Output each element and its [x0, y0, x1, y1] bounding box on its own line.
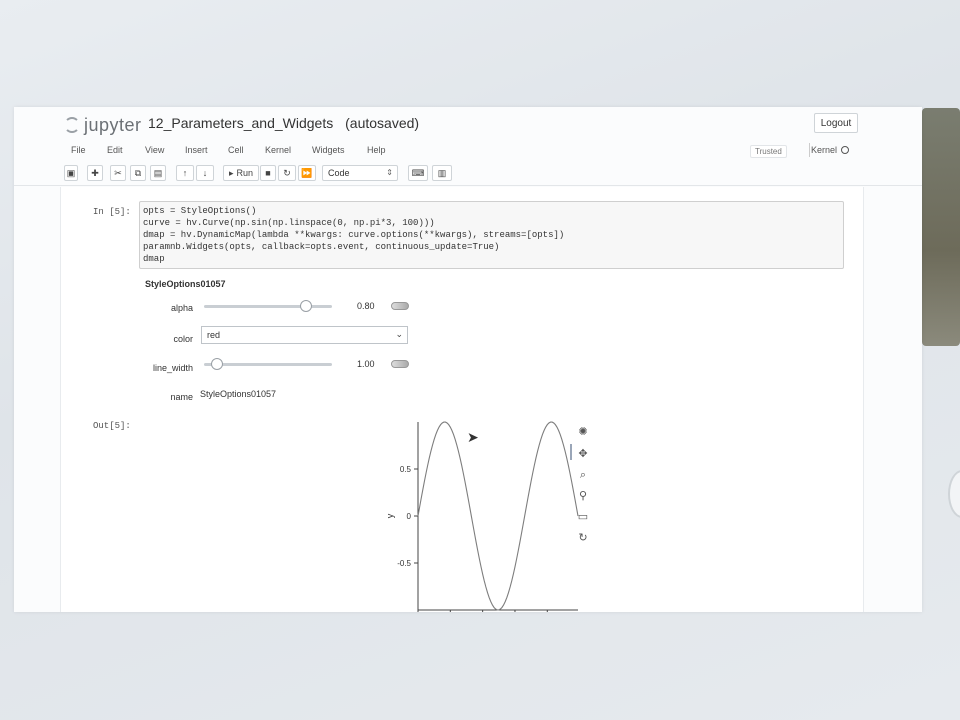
sine-curve-line [417, 421, 579, 611]
menu-cell[interactable]: Cell [228, 145, 244, 155]
run-label: Run [236, 168, 254, 178]
menu-file[interactable]: File [71, 145, 86, 155]
notebook-container: In [5]: opts = StyleOptions() curve = hv… [60, 187, 864, 612]
interrupt-button[interactable]: ■ [260, 165, 276, 181]
line-width-label: line_width [153, 363, 194, 373]
alpha-label: alpha [170, 303, 193, 313]
save-icon[interactable]: ▭ [576, 509, 590, 523]
menu-edit[interactable]: Edit [107, 145, 123, 155]
bar-chart-icon: ▥ [437, 167, 447, 178]
logout-button[interactable]: Logout [814, 113, 858, 133]
kernel-indicator: Kernel [811, 145, 850, 155]
output-prompt: Out[5]: [93, 421, 131, 431]
cell-type-select[interactable]: Code ⇕ [322, 165, 398, 181]
restart-icon: ↻ [283, 167, 291, 178]
alpha-toggle[interactable] [391, 302, 409, 310]
keyboard-icon: ⌨ [411, 167, 425, 178]
kernel-label: Kernel [811, 145, 838, 155]
jupyter-logo[interactable]: jupyter [64, 113, 142, 137]
copy-icon: ⧉ [134, 167, 142, 178]
autosave-status: (autosaved) [345, 115, 420, 131]
run-button[interactable]: ▸ Run [223, 165, 259, 181]
code-line: curve = hv.Curve(np.sin(np.linspace(0, n… [143, 218, 435, 228]
fast-forward-icon: ⏩ [301, 167, 313, 178]
y-tick-label: 0.5 [400, 465, 412, 474]
reset-icon[interactable]: ↻ [576, 530, 590, 544]
chevron-updown-icon: ⇕ [386, 168, 393, 177]
pan-icon[interactable]: ✥ [576, 446, 590, 460]
divider [809, 143, 810, 157]
code-line: dmap [143, 254, 165, 264]
chevron-down-icon: ⌄ [395, 329, 403, 339]
move-down-button[interactable]: ↓ [196, 165, 214, 181]
name-value: StyleOptions01057 [200, 389, 277, 399]
logo-text: jupyter [84, 114, 142, 135]
alpha-value[interactable]: 0.80 [357, 301, 375, 311]
stop-icon: ■ [265, 168, 271, 178]
wheel-zoom-icon[interactable]: ⚲ [576, 488, 590, 502]
color-label: color [173, 334, 193, 344]
save-button[interactable]: ▣ [64, 165, 78, 181]
line-width-slider-handle[interactable] [211, 358, 223, 370]
widget-title: StyleOptions01057 [145, 279, 226, 289]
chart-button[interactable]: ▥ [432, 165, 452, 181]
name-label: name [170, 392, 193, 402]
arrow-down-icon: ↓ [202, 168, 208, 178]
insert-cell-button[interactable]: ✚ [87, 165, 103, 181]
menu-help[interactable]: Help [367, 145, 386, 155]
restart-button[interactable]: ↻ [278, 165, 296, 181]
alpha-slider[interactable] [204, 305, 332, 308]
y-tick-label: 0 [407, 512, 412, 521]
paste-button[interactable]: ▤ [150, 165, 166, 181]
alpha-slider-handle[interactable] [300, 300, 313, 312]
line-width-slider[interactable] [204, 363, 332, 366]
bokeh-logo-icon[interactable]: ✺ [576, 424, 590, 438]
code-line: paramnb.Widgets(opts, callback=opts.even… [143, 242, 500, 252]
color-select[interactable]: red ⌄ [201, 326, 408, 344]
code-line: dmap = hv.DynamicMap(lambda **kwargs: cu… [143, 230, 565, 240]
input-prompt: In [5]: [93, 207, 131, 217]
background-circle [948, 470, 960, 518]
line-width-toggle[interactable] [391, 360, 409, 368]
kernel-idle-icon [841, 146, 850, 154]
y-tick-label: -0.5 [397, 559, 411, 568]
background-photo [922, 108, 960, 346]
mouse-cursor-icon: ➤ [467, 429, 479, 445]
toolbar: ▣ ✚ ✂ ⧉ ▤ ↑ ↓ ▸ Run ■ ↻ ⏩ Code ⇕ ⌨ ▥ [14, 163, 922, 186]
plus-icon: ✚ [91, 167, 99, 178]
code-line: opts = StyleOptions() [143, 206, 257, 216]
paste-icon: ▤ [153, 167, 163, 178]
jupyter-logo-icon [64, 117, 80, 133]
scissors-icon: ✂ [114, 167, 122, 178]
menu-insert[interactable]: Insert [185, 145, 208, 155]
menu-view[interactable]: View [145, 145, 164, 155]
keyboard-button[interactable]: ⌨ [408, 165, 428, 181]
copy-button[interactable]: ⧉ [130, 165, 146, 181]
active-tool-indicator [570, 444, 572, 460]
cell-type-value: Code [328, 168, 350, 178]
code-cell[interactable]: opts = StyleOptions() curve = hv.Curve(n… [139, 201, 844, 269]
line-width-value[interactable]: 1.00 [357, 359, 375, 369]
notebook-title[interactable]: 12_Parameters_and_Widgets (autosaved) [148, 115, 419, 131]
restart-run-all-button[interactable]: ⏩ [298, 165, 316, 181]
menu-kernel[interactable]: Kernel [265, 145, 291, 155]
save-icon: ▣ [66, 167, 76, 178]
move-up-button[interactable]: ↑ [176, 165, 194, 181]
trusted-badge[interactable]: Trusted [750, 145, 787, 158]
notebook-name[interactable]: 12_Parameters_and_Widgets [148, 115, 333, 131]
zoom-icon[interactable]: ⌕ [576, 468, 590, 482]
notebook-window: jupyter 12_Parameters_and_Widgets (autos… [14, 107, 922, 612]
y-axis-label: y [385, 513, 395, 518]
run-icon: ▸ [228, 167, 234, 178]
color-select-value: red [207, 330, 221, 340]
cut-button[interactable]: ✂ [110, 165, 126, 181]
arrow-up-icon: ↑ [182, 168, 188, 178]
menu-widgets[interactable]: Widgets [312, 145, 345, 155]
